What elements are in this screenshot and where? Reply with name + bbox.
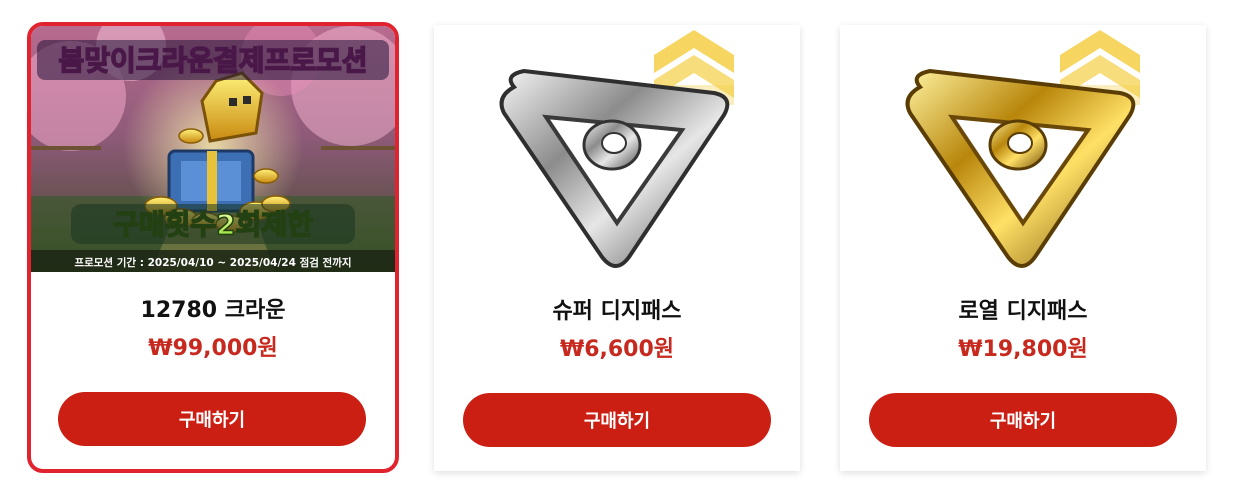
buy-button[interactable]: 구매하기 [869, 393, 1177, 447]
silver-pass-emblem[interactable] [434, 25, 800, 273]
product-name: 로열 디지패스 [958, 299, 1088, 324]
buy-button[interactable]: 구매하기 [463, 393, 771, 447]
banner-period: 프로모션 기간 : 2025/04/10 ~ 2025/04/24 점검 전까지 [74, 256, 351, 269]
gold-pass-emblem[interactable] [840, 25, 1206, 273]
product-name: 슈퍼 디지패스 [552, 299, 682, 324]
product-card-crown[interactable]: 봄맞이크라운결제프로모션 구매횟수2회제한 프로모션 기간 : 2025/04/… [27, 22, 399, 473]
product-price: ₩19,800원 [958, 337, 1088, 362]
product-card-royal-pass[interactable]: 로열 디지패스 ₩19,800원 구매하기 [840, 25, 1206, 471]
banner-headline: 봄맞이크라운결제프로모션 [58, 44, 367, 77]
product-price: ₩6,600원 [559, 337, 675, 362]
banner-limit: 구매횟수2회제한 [113, 208, 313, 241]
product-name: 12780 크라운 [140, 298, 286, 323]
product-card-super-pass[interactable]: 슈퍼 디지패스 ₩6,600원 구매하기 [434, 25, 800, 471]
crown-chest-banner[interactable]: 봄맞이크라운결제프로모션 구매횟수2회제한 프로모션 기간 : 2025/04/… [31, 26, 395, 272]
product-grid: 봄맞이크라운결제프로모션 구매횟수2회제한 프로모션 기간 : 2025/04/… [0, 0, 1235, 489]
product-price: ₩99,000원 [148, 336, 278, 361]
buy-button[interactable]: 구매하기 [58, 392, 366, 446]
